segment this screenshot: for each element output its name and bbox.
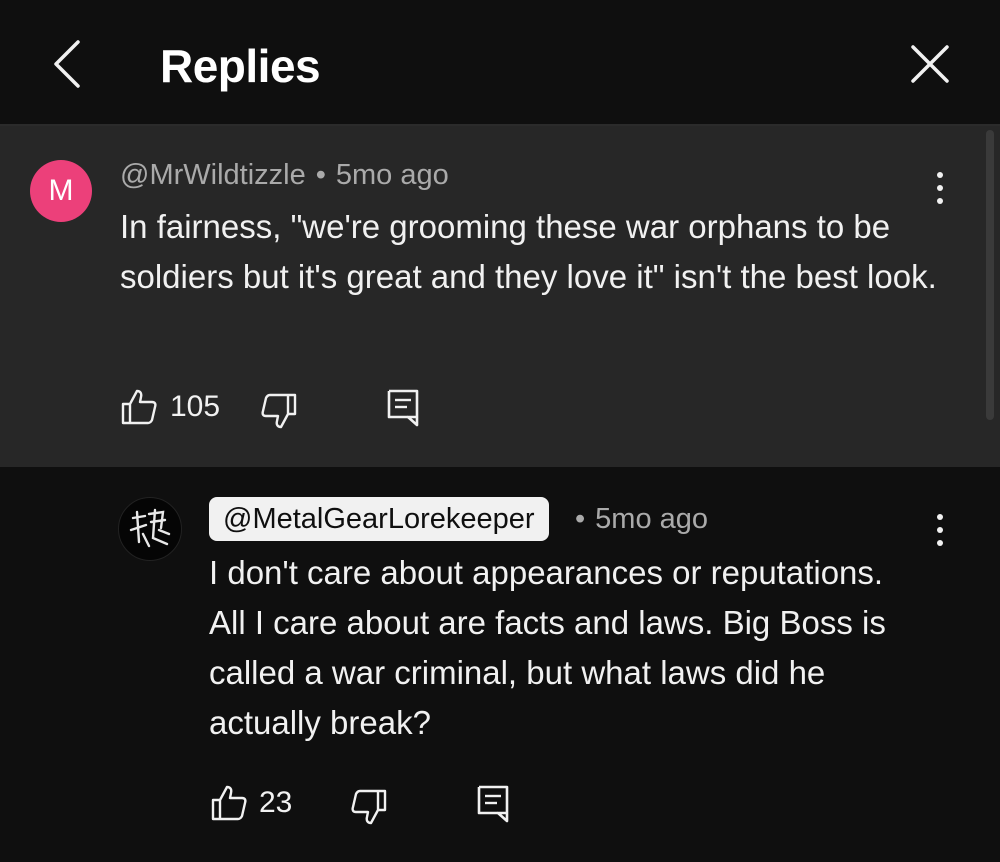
thumbs-up-icon [121, 389, 157, 425]
comment-meta: @MrWildtizzle • 5mo ago [120, 157, 449, 193]
more-options-button[interactable] [930, 514, 950, 554]
author-handle-highlighted[interactable]: @MetalGearLorekeeper [209, 497, 549, 541]
more-vertical-icon [930, 172, 950, 204]
thumbs-up-icon [211, 785, 247, 821]
dislike-button[interactable] [350, 788, 388, 831]
close-button[interactable] [904, 38, 956, 90]
comment-icon [477, 785, 509, 823]
like-count: 105 [170, 390, 221, 423]
timestamp: 5mo ago [335, 159, 449, 191]
like-button[interactable] [120, 388, 158, 431]
like-count: 23 [259, 786, 293, 819]
meta-separator: • [315, 159, 326, 191]
meta-separator: • [575, 503, 586, 535]
comment-text: In fairness, "we're grooming these war o… [120, 208, 937, 295]
page-title: Replies [160, 40, 321, 92]
avatar[interactable]: M [30, 160, 92, 222]
like-button[interactable] [210, 784, 248, 827]
timestamp: 5mo ago [595, 503, 709, 535]
reply-button[interactable] [476, 784, 510, 829]
thumbs-down-icon [351, 789, 387, 825]
avatar[interactable] [118, 497, 182, 561]
calligraphy-avatar-icon [129, 508, 171, 548]
comment-icon [387, 389, 419, 427]
author-handle[interactable]: @MrWildtizzle [120, 159, 306, 191]
thumbs-down-icon [261, 393, 297, 429]
close-icon [911, 45, 949, 83]
chevron-left-icon [54, 40, 80, 88]
reply-button[interactable] [386, 388, 420, 433]
comment-meta: • 5mo ago [575, 501, 708, 537]
dislike-button[interactable] [260, 392, 298, 435]
scrollbar[interactable] [986, 130, 994, 420]
back-button[interactable] [44, 32, 94, 96]
more-vertical-icon [930, 514, 950, 546]
comment-text: I don't care about appearances or reputa… [209, 554, 886, 741]
header-bar: Replies [0, 0, 1000, 126]
